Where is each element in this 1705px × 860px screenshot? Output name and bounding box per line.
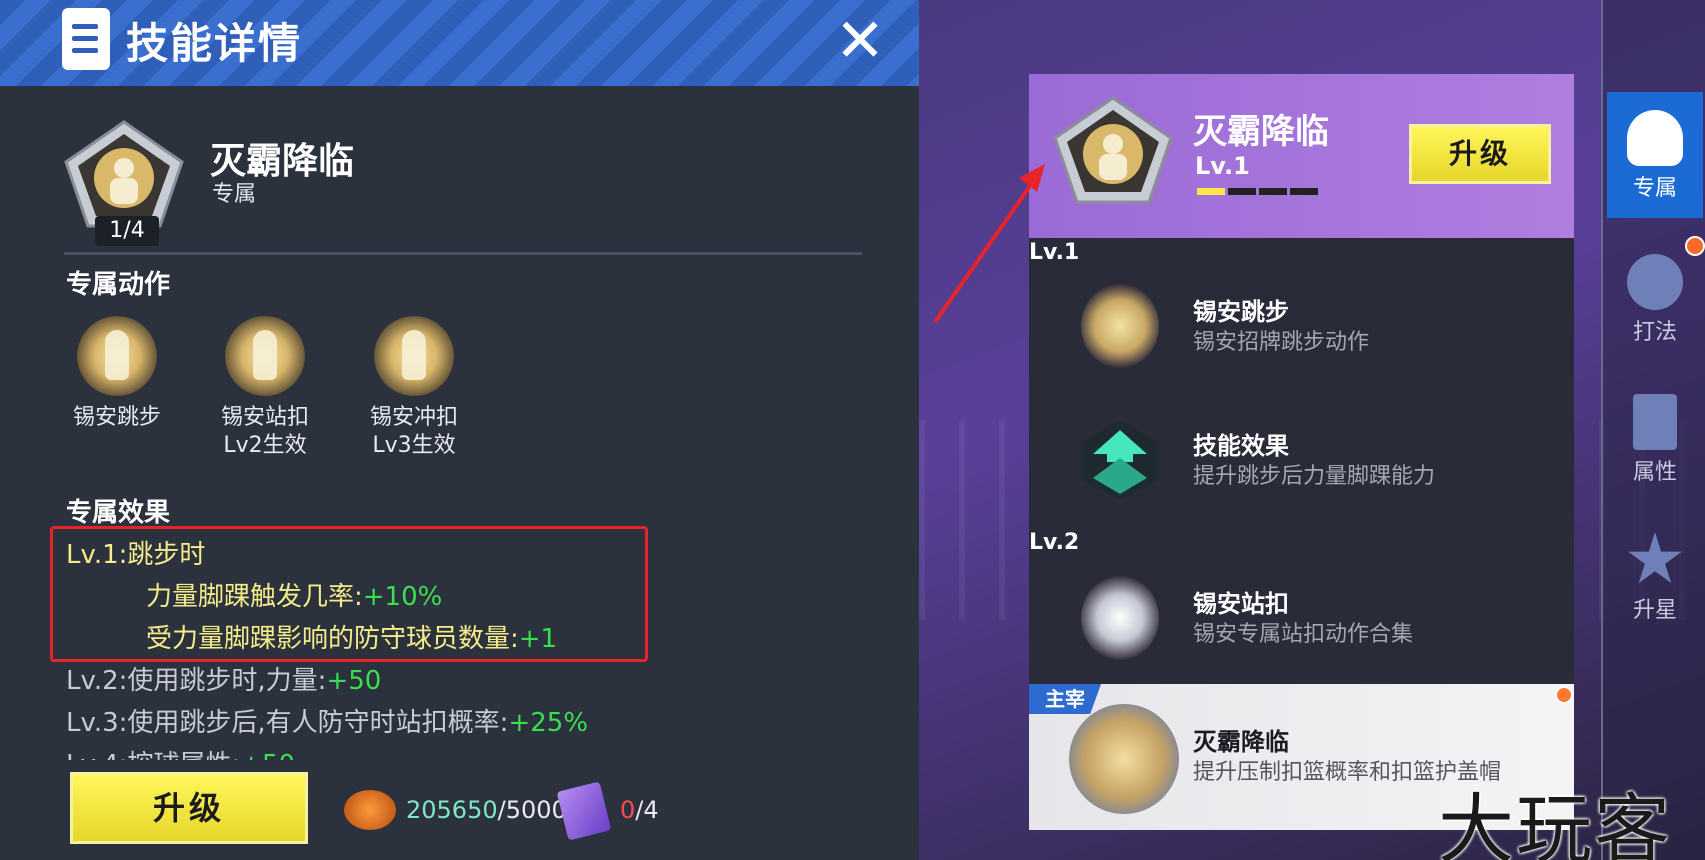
action-item[interactable]: 锡安站扣 Lv2生效 bbox=[190, 316, 340, 460]
list-item[interactable]: 技能效果 提升跳步后力量脚踝能力 bbox=[1029, 402, 1574, 522]
level-count: 1/4 bbox=[95, 216, 159, 246]
euro-step-icon bbox=[77, 316, 157, 396]
tab-exclusive[interactable]: 专属 bbox=[1607, 92, 1703, 218]
coin-counter: 205650/5000 bbox=[406, 796, 567, 824]
basketball-dot-icon bbox=[1555, 686, 1573, 704]
dominant-skill-name: 灭霸降临 bbox=[1193, 728, 1289, 756]
drive-dunk-icon bbox=[374, 316, 454, 396]
upgrade-arrow-icon bbox=[1081, 418, 1159, 502]
card-upgrade-button[interactable]: 升级 bbox=[1409, 124, 1551, 184]
list-item[interactable]: 锡安跳步 锡安招牌跳步动作 bbox=[1029, 268, 1574, 388]
effect-text: Lv.3:使用跳步后,有人防守时站扣概率: bbox=[66, 708, 509, 738]
tab-star-up[interactable]: 升星 bbox=[1607, 514, 1703, 640]
action-sub: Lv3生效 bbox=[372, 433, 456, 458]
exclusive-icon bbox=[1627, 110, 1683, 166]
action-item[interactable]: 锡安冲扣 Lv3生效 bbox=[339, 316, 489, 460]
action-item[interactable]: 锡安跳步 bbox=[42, 316, 192, 432]
divider bbox=[64, 252, 862, 255]
coin-have: 205650 bbox=[406, 796, 498, 824]
effect-text: Lv.2:使用跳步时,力量: bbox=[66, 666, 327, 696]
action-sub: Lv2生效 bbox=[223, 433, 307, 458]
upgrade-button[interactable]: 升级 bbox=[70, 772, 308, 844]
list-item-desc: 提升跳步后力量脚踝能力 bbox=[1193, 464, 1436, 489]
dominant-skill-icon bbox=[1069, 704, 1179, 814]
header-bar: 技能详情 ✕ bbox=[0, 0, 919, 86]
sidebar: 专属 打法 属性 升星 bbox=[1601, 0, 1705, 860]
section-title-effects: 专属效果 bbox=[66, 498, 171, 528]
effect-lv2: Lv.2:使用跳步时,力量:+50 bbox=[66, 660, 588, 702]
list-item-desc: 锡安招牌跳步动作 bbox=[1193, 330, 1370, 355]
notification-dot-icon bbox=[1685, 236, 1705, 256]
tab-attributes[interactable]: 属性 bbox=[1607, 376, 1703, 502]
list-item-name: 技能效果 bbox=[1193, 432, 1289, 460]
dominant-tag: 主宰 bbox=[1029, 684, 1101, 714]
book-have: 0 bbox=[620, 796, 636, 824]
list-item-name: 锡安跳步 bbox=[1193, 298, 1289, 326]
dunk-icon bbox=[1081, 576, 1159, 660]
coin-need: /5000 bbox=[497, 796, 567, 824]
action-label: 锡安跳步 bbox=[72, 405, 161, 430]
watermark: 大玩客 bbox=[1438, 785, 1672, 860]
highlight-box bbox=[50, 526, 648, 662]
document-icon bbox=[62, 8, 110, 70]
tab-playstyle[interactable]: 打法 bbox=[1607, 236, 1705, 362]
level-tag: Lv.1 bbox=[1029, 240, 1080, 265]
book-need: /4 bbox=[635, 796, 659, 824]
coin-icon bbox=[344, 790, 396, 830]
playstyle-icon bbox=[1627, 254, 1683, 310]
list-item-desc: 锡安专属站扣动作合集 bbox=[1193, 622, 1414, 647]
page-title: 技能详情 bbox=[126, 19, 303, 68]
skill-tree-panel: 灭霸降临 Lv.1 升级 Lv.1 Lv.2 锡安跳步 锡安招牌跳步动作 技能效… bbox=[919, 0, 1705, 860]
effect-lv3: Lv.3:使用跳步后,有人防守时站扣概率:+25% bbox=[66, 702, 588, 744]
euro-step-icon bbox=[1081, 284, 1159, 368]
effect-value: +25% bbox=[508, 708, 589, 738]
skill-badge-icon bbox=[1053, 96, 1173, 206]
action-label: 锡安站扣 bbox=[220, 405, 309, 430]
list-item[interactable]: 锡安站扣 锡安专属站扣动作合集 bbox=[1029, 560, 1574, 680]
attributes-icon bbox=[1633, 394, 1677, 450]
effect-value: +50 bbox=[326, 666, 382, 696]
close-button[interactable]: ✕ bbox=[830, 6, 890, 76]
tab-label: 打法 bbox=[1632, 320, 1677, 345]
level-tag: Lv.2 bbox=[1029, 530, 1080, 555]
skill-type: 专属 bbox=[212, 182, 257, 207]
card-skill-level: Lv.1 bbox=[1195, 152, 1250, 180]
skill-detail-panel: 技能详情 ✕ 1/4 灭霸降临 专属 专属动作 锡安跳步 锡安站扣 Lv2生效 … bbox=[0, 0, 919, 860]
level-progress-bar bbox=[1197, 180, 1323, 195]
star-icon bbox=[1628, 532, 1682, 583]
list-item-name: 锡安站扣 bbox=[1193, 590, 1289, 618]
section-title-actions: 专属动作 bbox=[66, 270, 171, 300]
tab-label: 升星 bbox=[1632, 598, 1677, 623]
skill-badge-icon bbox=[64, 120, 184, 230]
action-label: 锡安冲扣 bbox=[369, 405, 458, 430]
book-counter: 0/4 bbox=[620, 796, 659, 824]
card-skill-name: 灭霸降临 bbox=[1193, 112, 1329, 152]
dunk-icon bbox=[225, 316, 305, 396]
tab-label: 属性 bbox=[1632, 460, 1677, 485]
tab-label: 专属 bbox=[1632, 176, 1677, 201]
